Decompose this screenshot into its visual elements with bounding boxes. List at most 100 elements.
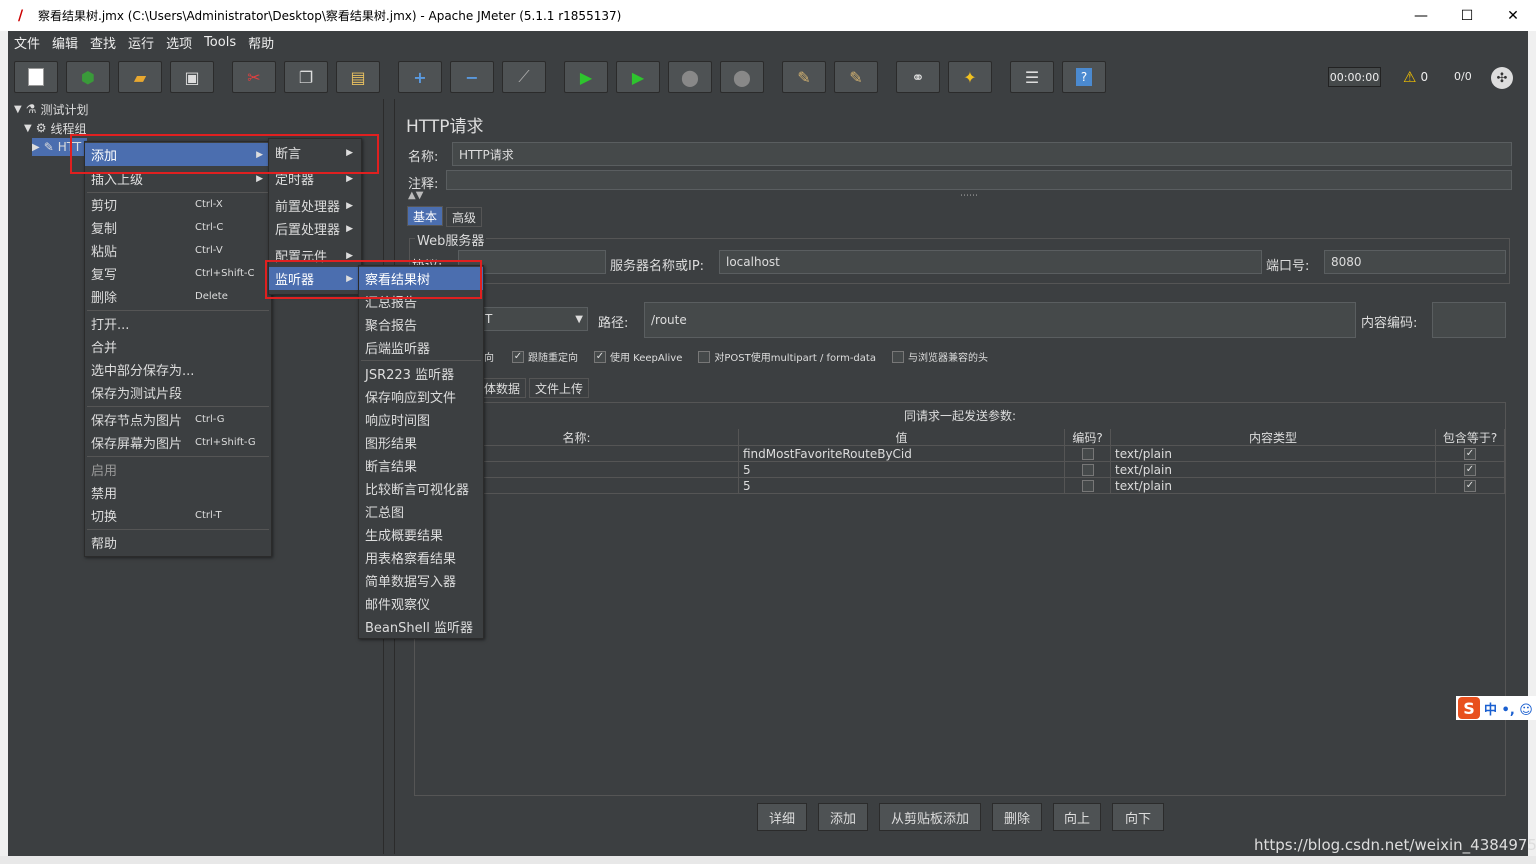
follow-redirects-checkbox[interactable]: ✓ xyxy=(512,350,524,363)
submenu-item-timer[interactable]: 定时器 ▶ xyxy=(269,167,361,190)
menu-item-open[interactable]: 打开... xyxy=(85,312,271,335)
menu-item-save-screen-image[interactable]: 保存屏幕为图片 Ctrl+Shift-G xyxy=(85,431,271,454)
tree-node-test-plan[interactable]: ▼ ⚗ 测试计划 xyxy=(14,100,88,118)
move-down-button[interactable]: 向下 xyxy=(1112,803,1164,831)
shutdown-icon[interactable]: ⬤ xyxy=(720,61,764,93)
listener-item-compare-assertion[interactable]: 比较断言可视化器 xyxy=(359,477,483,500)
table-row-3-content-type[interactable]: text/plain xyxy=(1111,478,1436,494)
encode-checkbox[interactable] xyxy=(1081,447,1094,460)
listener-item-view-results-table[interactable]: 用表格察看结果 xyxy=(359,546,483,569)
table-row-2-encode[interactable] xyxy=(1065,462,1111,478)
tab-body-data[interactable]: 体数据 xyxy=(478,378,527,398)
tab-file-upload[interactable]: 文件上传 xyxy=(529,378,590,398)
include-equals-checkbox[interactable]: ✓ xyxy=(1464,447,1476,460)
delete-param-button[interactable]: 删除 xyxy=(992,803,1042,831)
stop-icon[interactable]: ⬤ xyxy=(668,61,712,93)
menu-item-toggle[interactable]: 切换 Ctrl-T xyxy=(85,504,271,527)
listener-item-aggregate-graph[interactable]: 汇总图 xyxy=(359,500,483,523)
menu-run[interactable]: 运行 xyxy=(122,33,160,52)
menu-edit[interactable]: 编辑 xyxy=(46,33,84,52)
submenu-item-config-element[interactable]: 配置元件 ▶ xyxy=(269,244,361,267)
menu-help[interactable]: 帮助 xyxy=(242,33,280,52)
minimize-button[interactable]: — xyxy=(1398,0,1444,31)
multipart-checkbox[interactable] xyxy=(698,350,711,363)
table-row-2-include-equals[interactable]: ✓ xyxy=(1436,462,1505,478)
cut-icon[interactable]: ✂ xyxy=(232,61,276,93)
tree-node-http-request[interactable]: ▶ ✎ HTT xyxy=(32,138,88,156)
detail-button[interactable]: 详细 xyxy=(757,803,807,831)
menu-item-insert-parent[interactable]: 插入上级 ▶ xyxy=(85,167,271,190)
add-param-button[interactable]: 添加 xyxy=(818,803,868,831)
encoding-field[interactable] xyxy=(1432,302,1506,338)
listener-item-save-responses[interactable]: 保存响应到文件 xyxy=(359,385,483,408)
expand-icon[interactable]: + xyxy=(398,61,442,93)
collapse-icon[interactable]: − xyxy=(450,61,494,93)
name-field[interactable]: HTTP请求 xyxy=(452,142,1512,166)
menu-item-help[interactable]: 帮助 xyxy=(85,531,271,554)
table-row-3-encode[interactable] xyxy=(1065,478,1111,494)
encode-checkbox[interactable] xyxy=(1081,479,1094,492)
add-from-clipboard-button[interactable]: 从剪贴板添加 xyxy=(879,803,981,831)
menu-search[interactable]: 查找 xyxy=(84,33,122,52)
tab-basic[interactable]: 基本 xyxy=(407,206,444,226)
submenu-item-postprocessor[interactable]: 后置处理器 ▶ xyxy=(269,217,361,240)
templates-icon[interactable]: ⬢ xyxy=(66,61,110,93)
menu-item-enable[interactable]: 启用 xyxy=(85,458,271,481)
menu-item-paste[interactable]: 粘贴 Ctrl-V xyxy=(85,239,271,262)
comment-field[interactable] xyxy=(446,170,1512,190)
function-helper-icon[interactable]: ☰ xyxy=(1010,61,1054,93)
table-row-2-content-type[interactable]: text/plain xyxy=(1111,462,1436,478)
toggle-icon[interactable]: ⟋ xyxy=(502,61,546,93)
listener-item-aggregate-report[interactable]: 聚合报告 xyxy=(359,313,483,336)
listener-item-response-time-graph[interactable]: 响应时间图 xyxy=(359,408,483,431)
listener-item-backend-listener[interactable]: 后端监听器 xyxy=(359,336,483,359)
table-row-3-include-equals[interactable]: ✓ xyxy=(1436,478,1505,494)
menu-item-save-node-image[interactable]: 保存节点为图片 Ctrl-G xyxy=(85,408,271,431)
listener-item-graph-results[interactable]: 图形结果 xyxy=(359,431,483,454)
menu-item-disable[interactable]: 禁用 xyxy=(85,481,271,504)
listener-item-view-results-tree[interactable]: 察看结果树 xyxy=(359,267,483,290)
expand-arrow-icon[interactable]: ▼ xyxy=(24,123,32,134)
submenu-item-assertion[interactable]: 断言 ▶ xyxy=(269,141,361,164)
listener-item-beanshell[interactable]: BeanShell 监听器 xyxy=(359,615,483,638)
menu-options[interactable]: 选项 xyxy=(160,33,198,52)
menu-item-add[interactable]: 添加 ▶ xyxy=(85,143,271,166)
port-field[interactable]: 8080 xyxy=(1324,250,1506,274)
listener-item-assertion-results[interactable]: 断言结果 xyxy=(359,454,483,477)
collapse-panel-arrows-icon[interactable]: ▲▼ xyxy=(408,190,423,201)
close-button[interactable]: ✕ xyxy=(1490,0,1536,31)
start-icon[interactable]: ▶ xyxy=(564,61,608,93)
table-row-1-value[interactable]: findMostFavoriteRouteByCid xyxy=(739,446,1065,462)
menu-item-delete[interactable]: 删除 Delete xyxy=(85,285,271,308)
server-field[interactable]: localhost xyxy=(719,250,1262,274)
move-up-button[interactable]: 向上 xyxy=(1053,803,1101,831)
listener-item-simple-data-writer[interactable]: 简单数据写入器 xyxy=(359,569,483,592)
ime-toolbar[interactable]: S 中 •, ☺ xyxy=(1456,696,1536,720)
open-icon[interactable]: ▰ xyxy=(118,61,162,93)
browser-headers-checkbox[interactable] xyxy=(891,350,904,363)
encode-checkbox[interactable] xyxy=(1081,463,1094,476)
remote-globe-icon[interactable]: ✣ xyxy=(1491,67,1513,89)
submenu-item-listener[interactable]: 监听器 ▶ xyxy=(269,267,361,290)
maximize-button[interactable]: ☐ xyxy=(1444,0,1490,31)
menu-item-duplicate[interactable]: 复写 Ctrl+Shift-C xyxy=(85,262,271,285)
menu-item-copy[interactable]: 复制 Ctrl-C xyxy=(85,216,271,239)
include-equals-checkbox[interactable]: ✓ xyxy=(1464,463,1476,476)
listener-item-generate-summary[interactable]: 生成概要结果 xyxy=(359,523,483,546)
listener-item-jsr223[interactable]: JSR223 监听器 xyxy=(359,362,483,385)
collapse-arrow-icon[interactable]: ▶ xyxy=(32,142,40,153)
menu-item-save-selection[interactable]: 选中部分保存为... xyxy=(85,358,271,381)
warning-indicator[interactable]: ⚠ 0 xyxy=(1403,68,1428,86)
col-header-encode[interactable]: 编码? xyxy=(1065,429,1111,446)
method-select[interactable]: T ▼ xyxy=(478,307,588,331)
table-row-1-content-type[interactable]: text/plain xyxy=(1111,446,1436,462)
table-row-3-value[interactable]: 5 xyxy=(739,478,1065,494)
table-row-1-encode[interactable] xyxy=(1065,446,1111,462)
submenu-item-preprocessor[interactable]: 前置处理器 ▶ xyxy=(269,194,361,217)
listener-item-mailer-visualizer[interactable]: 邮件观察仪 xyxy=(359,592,483,615)
col-header-include-equals[interactable]: 包含等于? xyxy=(1436,429,1505,446)
col-header-value[interactable]: 值 xyxy=(739,429,1065,446)
menu-tools[interactable]: Tools xyxy=(198,35,242,50)
clear-icon[interactable]: ✎ xyxy=(782,61,826,93)
keepalive-checkbox[interactable]: ✓ xyxy=(594,350,606,363)
